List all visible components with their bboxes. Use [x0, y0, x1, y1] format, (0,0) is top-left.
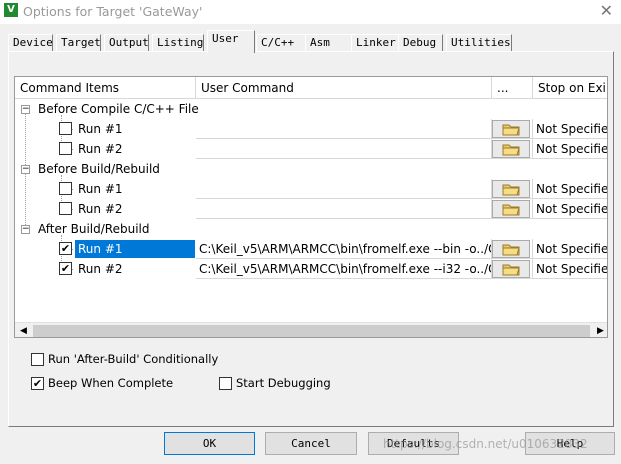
start-debugging-checkbox[interactable]: [219, 377, 232, 390]
close-icon[interactable]: ✕: [600, 1, 613, 20]
stop-on-exit-cell[interactable]: Not Specified: [533, 199, 607, 219]
title-bar: V Options for Target 'GateWay' ✕: [0, 0, 621, 24]
collapse-icon[interactable]: −: [21, 105, 30, 114]
window-title: Options for Target 'GateWay': [23, 4, 203, 19]
stop-on-exit-cell[interactable]: Not Specified: [533, 139, 607, 159]
tab-linker[interactable]: Linker: [351, 34, 399, 52]
header-stop-on-exit[interactable]: Stop on Exi...: [533, 77, 607, 99]
user-command-cell[interactable]: C:\Keil_v5\ARM\ARMCC\bin\fromelf.exe --i…: [196, 259, 492, 279]
command-row[interactable]: Run #2 Not Specified: [15, 199, 607, 219]
group-label: Before Compile C/C++ File: [38, 102, 199, 116]
stop-on-exit-cell[interactable]: Not Specified: [533, 239, 607, 259]
scroll-left-icon[interactable]: ◀: [15, 323, 32, 337]
header-browse[interactable]: ...: [492, 77, 533, 99]
command-row[interactable]: ✔ Run #1 C:\Keil_v5\ARM\ARMCC\bin\fromel…: [15, 239, 607, 259]
run-label: Run #2: [78, 142, 123, 156]
tab-c-cpp[interactable]: C/C++: [256, 34, 306, 52]
group-label: Before Build/Rebuild: [38, 162, 160, 176]
stop-on-exit-cell[interactable]: Not Specified: [533, 119, 607, 139]
command-row[interactable]: ✔ Run #2 C:\Keil_v5\ARM\ARMCC\bin\fromel…: [15, 259, 607, 279]
run-label: Run #1: [78, 122, 123, 136]
run-label: Run #2: [78, 202, 123, 216]
tab-listing[interactable]: Listing: [152, 34, 204, 52]
scroll-right-icon[interactable]: ▶: [592, 323, 607, 337]
browse-cell[interactable]: [492, 139, 533, 159]
user-commands-grid: Command Items User Command ... Stop on E…: [14, 76, 608, 338]
browse-button[interactable]: [492, 200, 530, 218]
collapse-icon[interactable]: −: [21, 165, 30, 174]
folder-icon: [502, 264, 520, 276]
keil-app-icon: V: [4, 3, 18, 17]
command-row[interactable]: Run #1 Not Specified: [15, 179, 607, 199]
group-row[interactable]: − Before Build/Rebuild: [15, 159, 607, 179]
tab-debug[interactable]: Debug: [398, 34, 443, 52]
folder-icon: [502, 124, 520, 136]
user-command-cell[interactable]: [196, 179, 492, 199]
ok-button[interactable]: OK: [164, 432, 255, 455]
run-after-build-label: Run 'After-Build' Conditionally: [48, 352, 219, 366]
browse-button[interactable]: [492, 240, 530, 258]
browse-button[interactable]: [492, 120, 530, 138]
stop-on-exit-cell[interactable]: Not Specified: [533, 259, 607, 279]
browse-cell[interactable]: [492, 179, 533, 199]
tab-strip: Device Target Output Listing User C/C++ …: [8, 30, 613, 53]
run-label-selected: Run #1: [75, 240, 195, 258]
cancel-button[interactable]: Cancel: [265, 432, 357, 455]
browse-button[interactable]: [492, 260, 530, 278]
run-label: Run #2: [78, 262, 123, 276]
browse-button[interactable]: [492, 180, 530, 198]
folder-icon: [502, 204, 520, 216]
run-checkbox-checked[interactable]: ✔: [59, 242, 72, 255]
user-command-cell[interactable]: [196, 119, 492, 139]
browse-cell[interactable]: [492, 259, 533, 279]
run-after-build-checkbox[interactable]: [31, 353, 44, 366]
run-checkbox[interactable]: [59, 122, 72, 135]
header-user-command[interactable]: User Command: [196, 77, 492, 99]
command-row[interactable]: Run #2 Not Specified: [15, 139, 607, 159]
group-label: After Build/Rebuild: [38, 222, 150, 236]
run-checkbox[interactable]: [59, 202, 72, 215]
folder-icon: [502, 244, 520, 256]
beep-checkbox-checked[interactable]: ✔: [31, 377, 44, 390]
watermark: https://blog.csdn.net/u010632832: [383, 437, 588, 451]
scroll-thumb[interactable]: [33, 325, 590, 337]
browse-cell[interactable]: [492, 239, 533, 259]
run-checkbox[interactable]: [59, 142, 72, 155]
group-row[interactable]: − After Build/Rebuild: [15, 219, 607, 239]
run-label: Run #1: [78, 182, 123, 196]
group-row[interactable]: − Before Compile C/C++ File: [15, 99, 607, 119]
beep-label: Beep When Complete: [48, 376, 174, 390]
folder-icon: [502, 144, 520, 156]
browse-button[interactable]: [492, 140, 530, 158]
tab-asm[interactable]: Asm: [305, 34, 352, 52]
tab-utilities[interactable]: Utilities: [446, 34, 512, 52]
tab-device[interactable]: Device: [8, 34, 53, 52]
tab-target[interactable]: Target: [56, 34, 101, 52]
user-command-cell[interactable]: C:\Keil_v5\ARM\ARMCC\bin\fromelf.exe --b…: [196, 239, 492, 259]
folder-icon: [502, 184, 520, 196]
start-debugging-label: Start Debugging: [236, 376, 331, 390]
browse-cell[interactable]: [492, 119, 533, 139]
stop-on-exit-cell[interactable]: Not Specified: [533, 179, 607, 199]
run-checkbox[interactable]: [59, 182, 72, 195]
user-command-cell[interactable]: [196, 199, 492, 219]
command-row[interactable]: Run #1 Not Specified: [15, 119, 607, 139]
run-checkbox-checked[interactable]: ✔: [59, 262, 72, 275]
tab-output[interactable]: Output: [104, 34, 149, 52]
collapse-icon[interactable]: −: [21, 225, 30, 234]
browse-cell[interactable]: [492, 199, 533, 219]
tab-user[interactable]: User: [207, 30, 255, 53]
user-command-cell[interactable]: [196, 139, 492, 159]
header-command-items[interactable]: Command Items: [15, 77, 196, 99]
horizontal-scrollbar[interactable]: ◀ ▶: [15, 322, 607, 337]
